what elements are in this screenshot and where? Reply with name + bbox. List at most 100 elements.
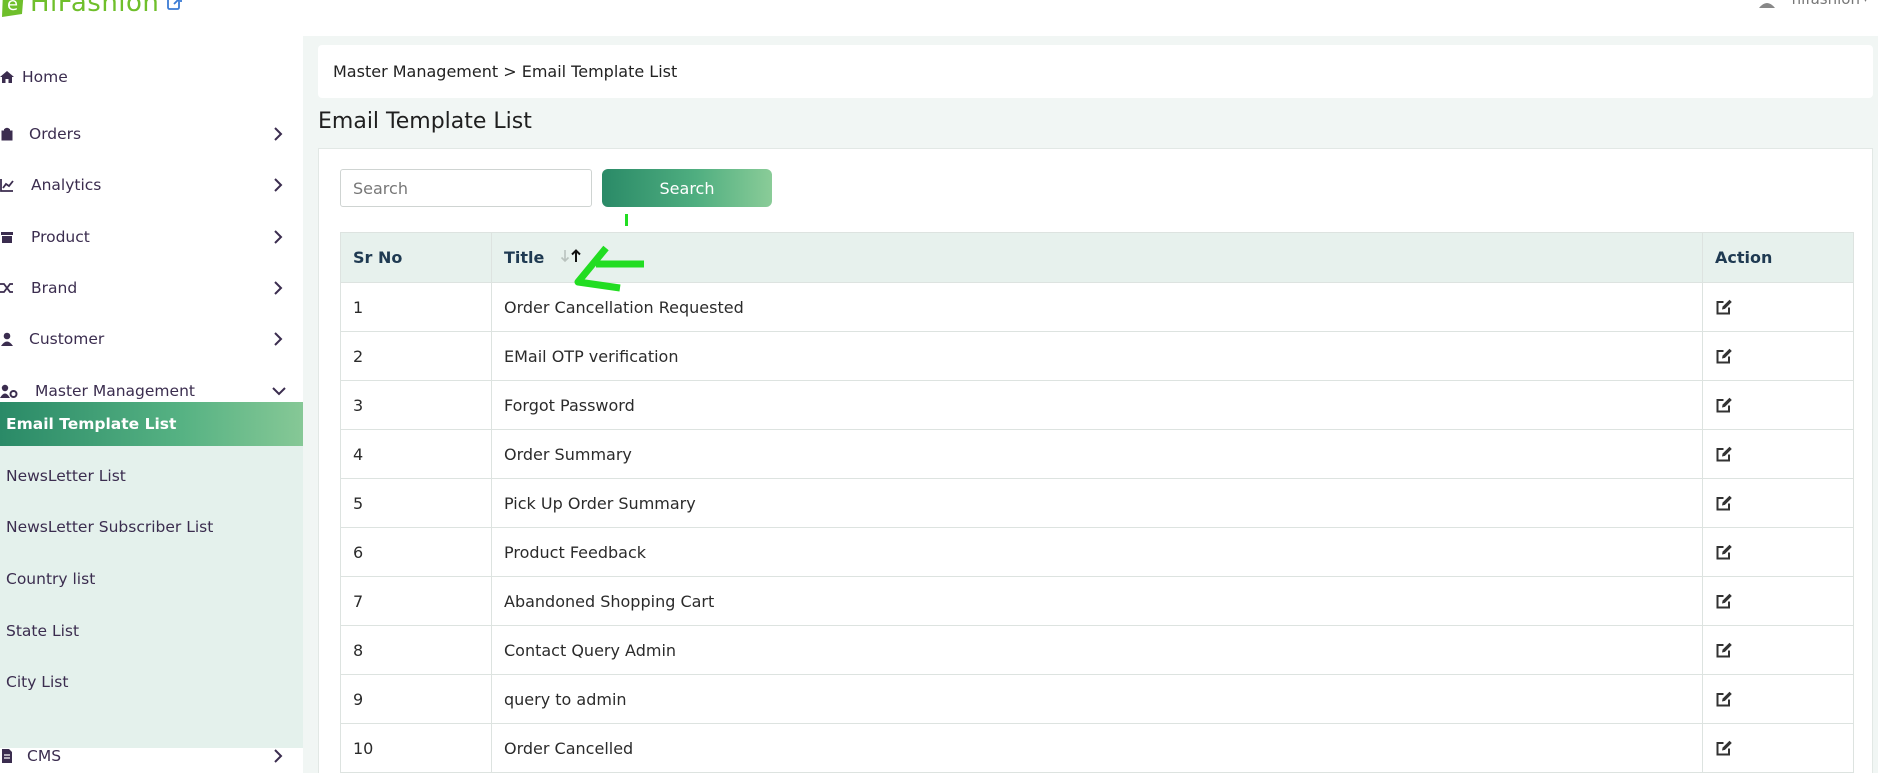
breadcrumb-text: Master Management > Email Template List xyxy=(333,62,678,81)
chevron-right-icon xyxy=(274,127,283,141)
edit-icon[interactable] xyxy=(1715,494,1733,512)
column-header-label: Action xyxy=(1715,248,1773,267)
sidebar-item-newsletter-list[interactable]: NewsLetter List xyxy=(0,454,303,498)
title-cell: Order Cancellation Requested xyxy=(491,282,1703,332)
sidebar-item-newsletter-subscriber-list[interactable]: NewsLetter Subscriber List xyxy=(0,505,303,549)
page-title: Email Template List xyxy=(318,109,532,134)
sidebar-item-product[interactable]: Product xyxy=(0,217,303,257)
box-icon xyxy=(1,232,13,243)
action-cell xyxy=(1702,331,1854,381)
sr-no-cell: 2 xyxy=(340,331,492,381)
column-header-sr-no[interactable]: Sr No xyxy=(340,232,492,283)
sidebar-item-home[interactable]: Home xyxy=(0,57,303,97)
user-icon xyxy=(1,332,13,346)
top-bar: e HiFashion hifashion ▾ xyxy=(0,0,1878,36)
chevron-down-icon xyxy=(272,387,286,396)
edit-icon[interactable] xyxy=(1715,739,1733,757)
sr-no-cell: 5 xyxy=(340,478,492,528)
table-row[interactable]: 3 Forgot Password xyxy=(340,380,1854,430)
sr-no-cell: 6 xyxy=(340,527,492,577)
title-cell: Pick Up Order Summary xyxy=(491,478,1703,528)
search-button[interactable]: Search xyxy=(602,169,772,207)
table-row[interactable]: 10 Order Cancelled xyxy=(340,723,1854,773)
sidebar-item-customer[interactable]: Customer xyxy=(0,319,303,359)
breadcrumb: Master Management > Email Template List xyxy=(318,45,1873,98)
action-cell xyxy=(1702,527,1854,577)
sr-no-cell: 7 xyxy=(340,576,492,626)
external-link-icon[interactable] xyxy=(166,0,184,12)
sidebar: Home Orders Analytics Product Brand Cust… xyxy=(0,36,303,773)
sr-no-cell: 4 xyxy=(340,429,492,479)
master-management-submenu: Email Template List NewsLetter List News… xyxy=(0,402,303,748)
user-name: hifashion xyxy=(1792,0,1860,8)
sidebar-item-brand[interactable]: Brand xyxy=(0,268,303,308)
home-icon xyxy=(0,71,14,83)
title-cell: Product Feedback xyxy=(491,527,1703,577)
table-row[interactable]: 8 Contact Query Admin xyxy=(340,625,1854,675)
table-row[interactable]: 2 EMail OTP verification xyxy=(340,331,1854,381)
action-cell xyxy=(1702,576,1854,626)
edit-icon[interactable] xyxy=(1715,347,1733,365)
sr-no-cell: 1 xyxy=(340,282,492,332)
table-row[interactable]: 5 Pick Up Order Summary xyxy=(340,478,1854,528)
user-menu[interactable]: hifashion ▾ xyxy=(1758,0,1868,8)
edit-icon[interactable] xyxy=(1715,592,1733,610)
table-body: 1 Order Cancellation Requested 2 EMail OTP … xyxy=(340,282,1854,773)
shuffle-icon xyxy=(0,283,13,293)
caret-down-icon: ▾ xyxy=(1863,0,1868,5)
sidebar-item-label: Customer xyxy=(29,330,105,348)
annotation-arrow-icon xyxy=(574,214,644,292)
title-cell: Order Cancelled xyxy=(491,723,1703,773)
column-header-action: Action xyxy=(1702,232,1854,283)
action-cell xyxy=(1702,625,1854,675)
sr-no-cell: 9 xyxy=(340,674,492,724)
sidebar-item-label: Analytics xyxy=(31,176,102,194)
action-cell xyxy=(1702,723,1854,773)
title-cell: Abandoned Shopping Cart xyxy=(491,576,1703,626)
action-cell xyxy=(1702,478,1854,528)
sidebar-item-state-list[interactable]: State List xyxy=(0,609,303,653)
title-cell: Order Summary xyxy=(491,429,1703,479)
title-cell: EMail OTP verification xyxy=(491,331,1703,381)
shopping-bag-icon xyxy=(1,127,13,141)
search-input[interactable] xyxy=(340,169,592,207)
edit-icon[interactable] xyxy=(1715,396,1733,414)
table-row[interactable]: 4 Order Summary xyxy=(340,429,1854,479)
sr-no-cell: 10 xyxy=(340,723,492,773)
table-row[interactable]: 6 Product Feedback xyxy=(340,527,1854,577)
title-cell: Forgot Password xyxy=(491,380,1703,430)
sidebar-item-email-template-list[interactable]: Email Template List xyxy=(0,402,303,446)
svg-text:e: e xyxy=(7,0,18,15)
sidebar-item-country-list[interactable]: Country list xyxy=(0,557,303,601)
column-header-title[interactable]: Title xyxy=(491,232,1703,283)
table-row[interactable]: 7 Abandoned Shopping Cart xyxy=(340,576,1854,626)
column-header-label: Title xyxy=(504,248,545,267)
sidebar-item-label: Orders xyxy=(29,125,82,143)
logo[interactable]: e HiFashion xyxy=(0,0,159,20)
edit-icon[interactable] xyxy=(1715,445,1733,463)
edit-icon[interactable] xyxy=(1715,690,1733,708)
action-cell xyxy=(1702,674,1854,724)
sidebar-item-label: Master Management xyxy=(35,382,195,400)
edit-icon[interactable] xyxy=(1715,543,1733,561)
title-cell: Contact Query Admin xyxy=(491,625,1703,675)
chevron-right-icon xyxy=(274,178,283,192)
chevron-right-icon xyxy=(274,281,283,295)
sidebar-item-analytics[interactable]: Analytics xyxy=(0,165,303,205)
edit-icon[interactable] xyxy=(1715,298,1733,316)
sidebar-item-city-list[interactable]: City List xyxy=(0,660,303,704)
email-template-table: Sr No Title Action 1 Order Cancellation R… xyxy=(340,232,1854,773)
action-cell xyxy=(1702,282,1854,332)
user-avatar-icon xyxy=(1758,3,1775,8)
edit-icon[interactable] xyxy=(1715,641,1733,659)
column-header-label: Sr No xyxy=(353,248,403,267)
sidebar-item-cms[interactable]: CMS xyxy=(0,736,303,773)
sr-no-cell: 3 xyxy=(340,380,492,430)
sidebar-item-label: Home xyxy=(22,68,68,86)
action-cell xyxy=(1702,380,1854,430)
sr-no-cell: 8 xyxy=(340,625,492,675)
chevron-right-icon xyxy=(274,749,283,763)
table-row[interactable]: 9 query to admin xyxy=(340,674,1854,724)
email-template-card: Search Sr No Title Action 1Order Cancell… xyxy=(318,148,1873,773)
sidebar-item-orders[interactable]: Orders xyxy=(0,114,303,154)
